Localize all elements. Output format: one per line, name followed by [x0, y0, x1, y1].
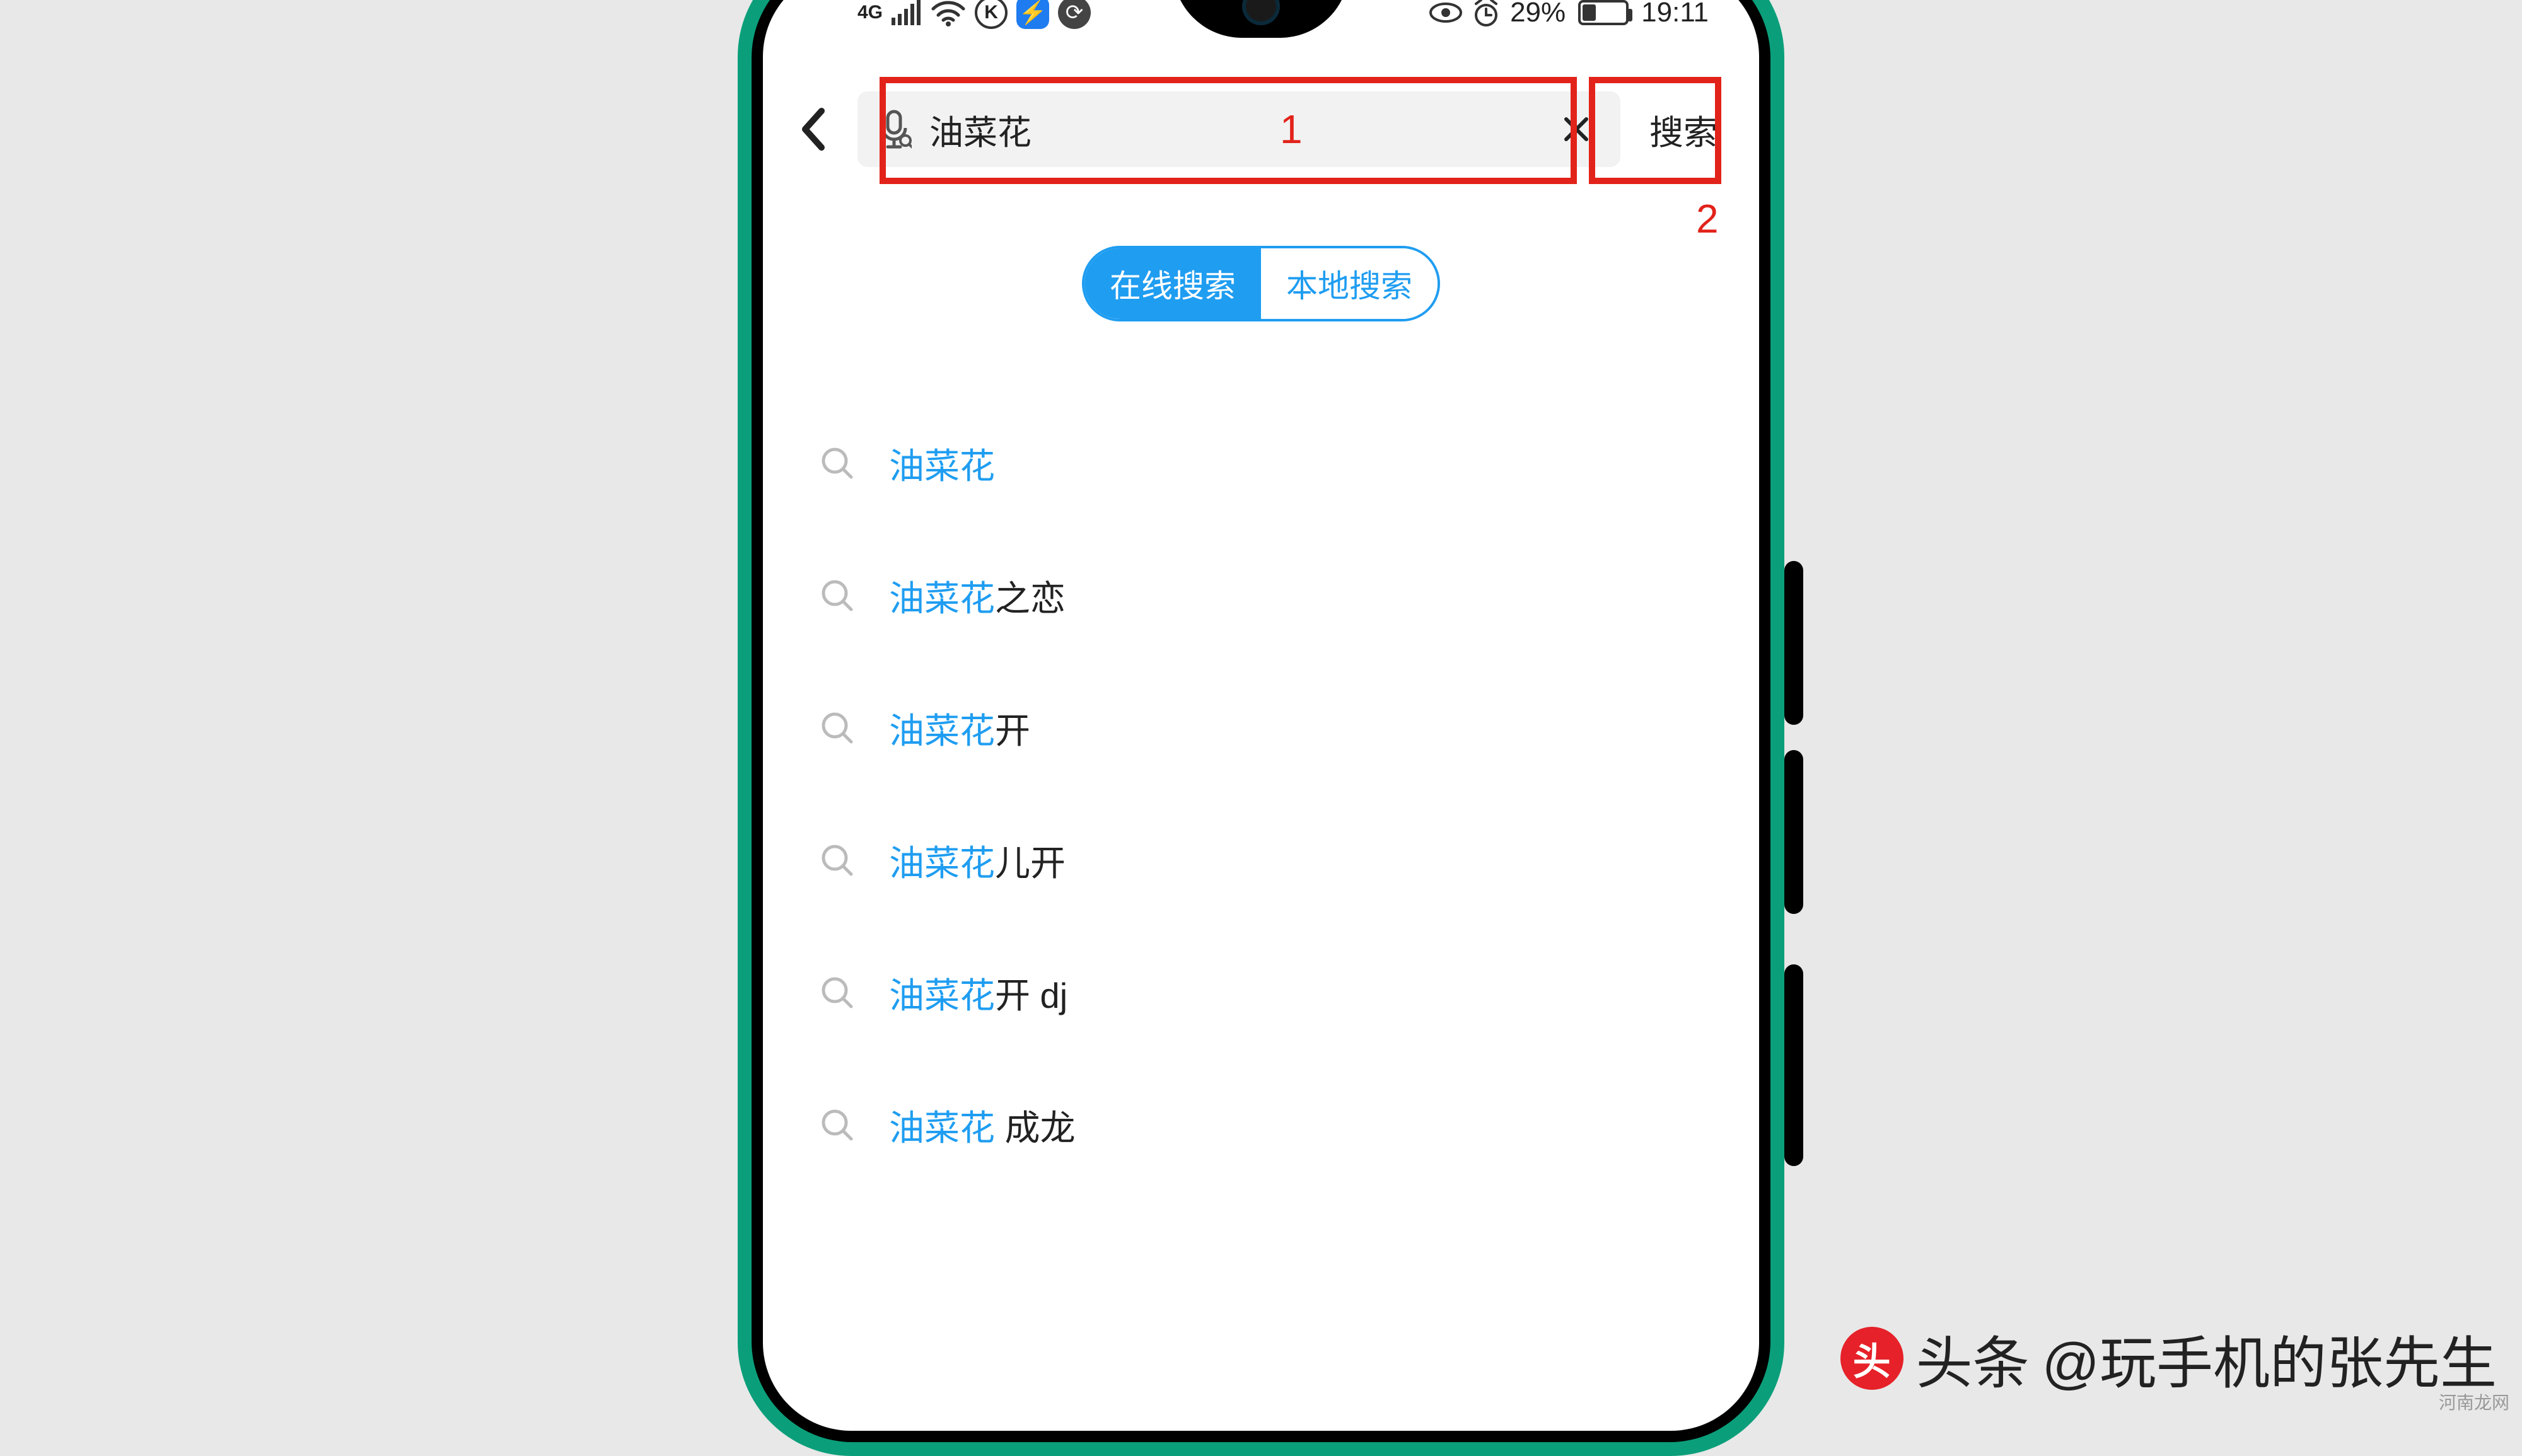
suggestion-item[interactable]: 油菜花	[820, 397, 1702, 529]
annotation-label-1: 1	[1280, 106, 1303, 153]
search-icon	[820, 446, 857, 481]
bolt-icon: ⚡	[1016, 0, 1049, 29]
suggestion-item[interactable]: 油菜花开 dj	[820, 927, 1702, 1059]
suggestion-item[interactable]: 油菜花之恋	[820, 529, 1702, 662]
k-badge-icon: K	[975, 0, 1008, 29]
volume-down-button	[1784, 750, 1803, 914]
search-icon	[820, 975, 857, 1010]
credit-handle: @玩手机的张先生	[2042, 1317, 2497, 1399]
credit-watermark: 头 头条 @玩手机的张先生	[1840, 1317, 2497, 1399]
suggestion-item[interactable]: 油菜花开	[820, 662, 1702, 794]
search-icon	[820, 1107, 857, 1143]
volume-up-button	[1784, 561, 1803, 725]
alarm-icon	[1471, 0, 1501, 28]
credit-prefix: 头条	[1916, 1317, 2030, 1399]
refresh-icon: ⟳	[1058, 0, 1091, 29]
suggestion-item[interactable]: 油菜花 成龙	[820, 1059, 1702, 1191]
annotation-label-2: 2	[1696, 195, 1719, 242]
voice-search-icon[interactable]	[876, 109, 914, 149]
phone-frame: 4G K ⚡ ⟳	[738, 0, 1784, 1456]
screen: 4G K ⚡ ⟳	[763, 0, 1759, 1431]
suggestion-text: 油菜花开	[889, 703, 1030, 754]
search-icon	[820, 578, 857, 613]
search-input-container[interactable]: 油菜花	[857, 91, 1620, 167]
battery-icon	[1578, 0, 1629, 25]
site-watermark: 河南龙网	[2439, 1389, 2509, 1414]
clear-input-icon[interactable]	[1557, 114, 1595, 144]
wifi-icon	[931, 0, 966, 26]
tab-local-search[interactable]: 本地搜索	[1261, 248, 1438, 319]
signal-icon	[892, 0, 922, 25]
eye-icon	[1429, 1, 1462, 24]
suggestion-text: 油菜花之恋	[889, 570, 1066, 621]
search-query-text: 油菜花	[929, 105, 1542, 154]
suggestion-list: 油菜花油菜花之恋油菜花开油菜花儿开油菜花开 dj 油菜花 成龙	[820, 397, 1702, 1191]
toutiao-logo-icon: 头	[1840, 1327, 1903, 1390]
suggestion-text: 油菜花儿开	[889, 835, 1066, 886]
network-4g-icon: 4G	[857, 2, 883, 23]
suggestion-text: 油菜花 成龙	[889, 1100, 1076, 1151]
suggestion-text: 油菜花	[889, 438, 995, 489]
suggestion-item[interactable]: 油菜花儿开	[820, 794, 1702, 927]
suggestion-text: 油菜花开 dj	[889, 968, 1067, 1019]
search-icon	[820, 710, 857, 746]
status-time: 19:11	[1641, 0, 1709, 28]
search-icon	[820, 843, 857, 878]
tab-online-search[interactable]: 在线搜索	[1084, 248, 1261, 319]
search-header: 油菜花 搜索	[763, 82, 1759, 176]
back-button[interactable]	[782, 107, 845, 151]
search-button[interactable]: 搜索	[1633, 105, 1734, 154]
battery-percent: 29%	[1510, 0, 1566, 28]
search-scope-tabs: 在线搜索 本地搜索	[1082, 246, 1440, 321]
power-button	[1784, 964, 1803, 1166]
